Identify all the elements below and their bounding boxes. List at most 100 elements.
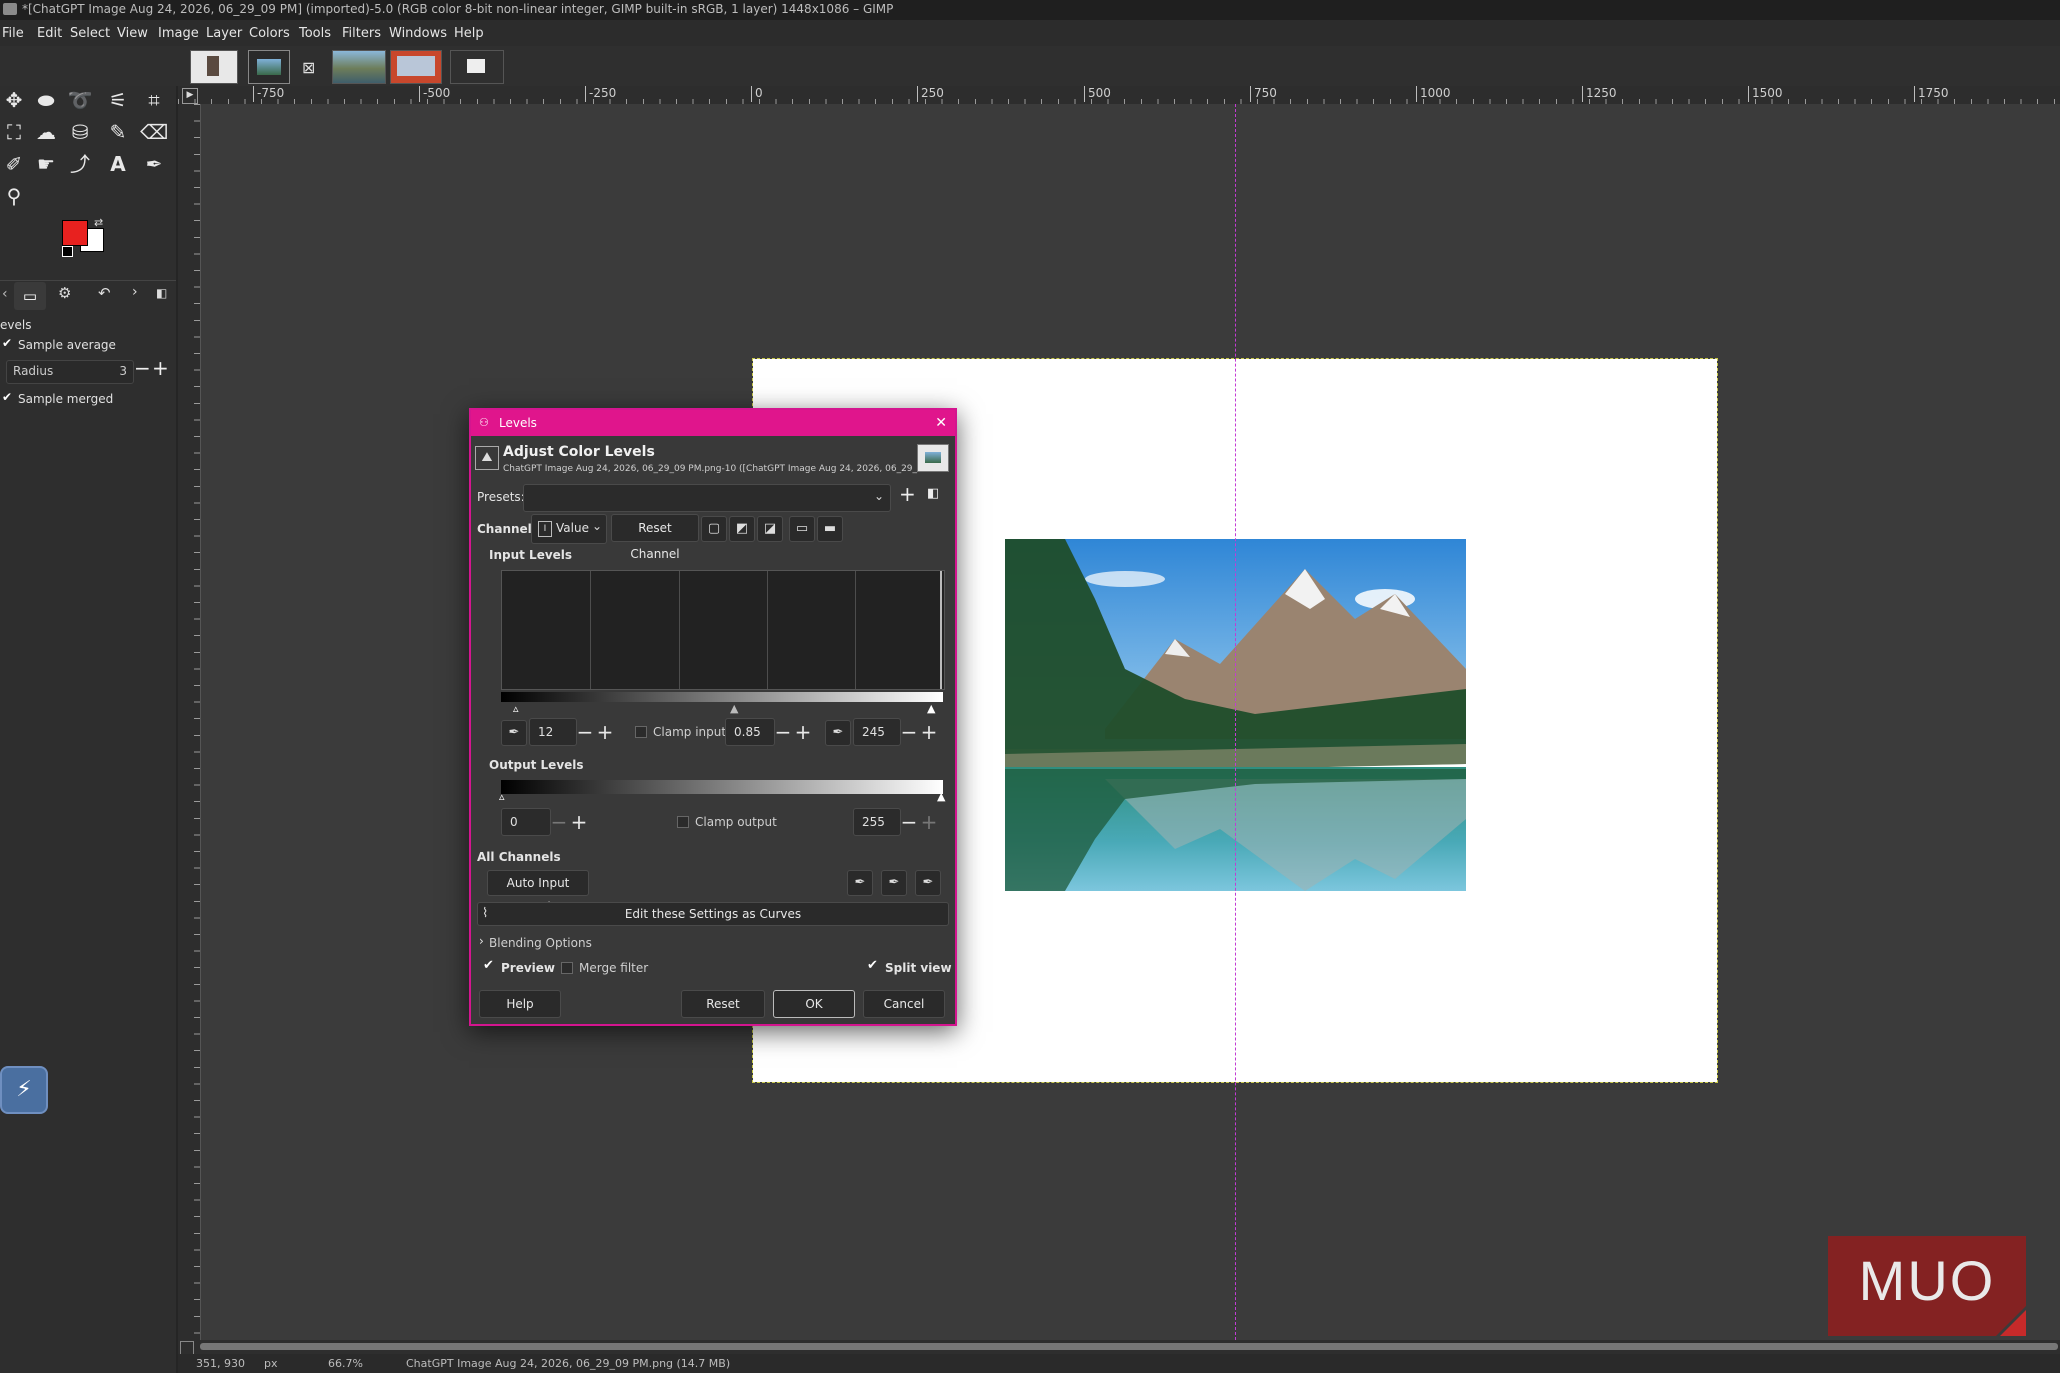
menu-filters[interactable]: Filters (342, 26, 381, 41)
linear-histogram-icon[interactable]: ▢ (701, 516, 727, 542)
pick-white-point-icon[interactable]: ✒ (825, 720, 851, 746)
view-output-icon[interactable]: ▬ (817, 516, 843, 542)
menu-edit[interactable]: Edit (37, 26, 62, 41)
presets-combo[interactable]: ⌄ (523, 484, 891, 512)
output-high-decrease-icon[interactable]: − (899, 808, 919, 836)
dock-scroll-left-icon[interactable]: ‹ (2, 286, 8, 302)
radius-decrease-icon[interactable]: − (134, 356, 151, 380)
close-icon[interactable]: ✕ (935, 410, 947, 436)
menu-select[interactable]: Select (70, 26, 110, 41)
menu-windows[interactable]: Windows (389, 26, 447, 41)
text-tool-icon[interactable]: A (104, 150, 132, 178)
auto-gray-point-icon[interactable]: ✒ (881, 870, 907, 896)
input-high-decrease-icon[interactable]: − (899, 718, 919, 746)
input-histogram[interactable] (501, 570, 945, 690)
floating-app-icon[interactable]: ⚡ (0, 1066, 48, 1114)
image-tab-4[interactable] (390, 50, 442, 84)
swap-colors-icon[interactable]: ⇄ (94, 216, 103, 229)
input-low-increase-icon[interactable]: + (595, 718, 615, 746)
preset-menu-icon[interactable]: ◧ (927, 486, 939, 501)
paths-icon[interactable]: ⤴ (66, 150, 94, 178)
input-low-handle[interactable]: ▵ (513, 702, 519, 715)
bucket-fill-icon[interactable]: ⛁ (66, 118, 94, 146)
vertical-guide[interactable] (1235, 104, 1236, 1340)
menu-file[interactable]: File (2, 26, 24, 41)
smudge-icon[interactable]: ☛ (32, 150, 60, 178)
split-view-check-icon[interactable]: ✔ (867, 958, 878, 973)
input-low-field[interactable]: 12 (529, 718, 577, 746)
log-histogram-icon[interactable]: ◩ (729, 516, 755, 542)
output-low-increase-icon[interactable]: + (569, 808, 589, 836)
unified-transform-icon[interactable]: ⛶ (0, 118, 28, 146)
channel-combo[interactable]: I Value ⌄ (531, 514, 607, 544)
menu-colors[interactable]: Colors (249, 26, 290, 41)
default-colors-icon[interactable] (62, 246, 73, 257)
navigate-icon[interactable] (180, 1341, 194, 1355)
gamma-decrease-icon[interactable]: − (773, 718, 793, 746)
dock-menu-icon[interactable]: ◧ (156, 286, 167, 300)
unit-selector[interactable]: px (264, 1354, 278, 1373)
image-tab-1[interactable] (190, 50, 238, 84)
menu-layer[interactable]: Layer (206, 26, 242, 41)
image-tab-5[interactable] (450, 50, 504, 84)
output-low-handle[interactable]: ▵ (499, 790, 505, 803)
cancel-button[interactable]: Cancel (863, 990, 945, 1018)
auto-input-levels-button[interactable]: Auto Input Levels (487, 870, 589, 914)
menu-image[interactable]: Image (158, 26, 199, 41)
preview-check-icon[interactable]: ✔ (483, 958, 494, 973)
output-low-field[interactable]: 0 (501, 808, 551, 836)
dock-scroll-right-icon[interactable]: › (132, 284, 138, 300)
reset-channel-button[interactable]: Reset Channel (611, 514, 699, 561)
foreground-color-swatch[interactable] (62, 220, 88, 246)
gamma-increase-icon[interactable]: + (793, 718, 813, 746)
merge-filter-checkbox[interactable] (561, 962, 573, 974)
lasso-icon[interactable]: ➰ (66, 86, 94, 114)
horizontal-scrollbar[interactable] (178, 1340, 2060, 1355)
image-tab-2-active[interactable] (248, 50, 290, 84)
move-tool-icon[interactable]: ✥ (0, 86, 28, 114)
histogram-scale-icon[interactable]: ◪ (757, 516, 783, 542)
ellipse-select-icon[interactable]: ⬬ (32, 86, 60, 114)
tool-options-tab-icon[interactable]: ▭ (14, 282, 46, 310)
input-gamma-handle[interactable]: ▲ (730, 702, 738, 715)
expander-arrow-icon[interactable]: › (479, 934, 484, 948)
device-status-tab-icon[interactable]: ⚙ (58, 284, 71, 302)
input-gamma-field[interactable]: 0.85 (725, 718, 775, 746)
help-button[interactable]: Help (479, 990, 561, 1018)
warp-transform-icon[interactable]: ☁ (32, 118, 60, 146)
add-preset-icon[interactable]: + (899, 482, 916, 506)
eraser-icon[interactable]: ⌫ (140, 118, 168, 146)
edit-as-curves-button[interactable]: ⌇ Edit these Settings as Curves (477, 902, 949, 926)
ok-button[interactable]: OK (773, 990, 855, 1018)
paintbrush-icon[interactable]: ✎ (104, 118, 132, 146)
radius-increase-icon[interactable]: + (152, 356, 169, 380)
clone-tool-icon[interactable]: ✐ (0, 150, 28, 178)
sample-average-check-icon[interactable]: ✔ (2, 336, 12, 350)
output-high-increase-icon[interactable]: + (919, 808, 939, 836)
color-picker-icon[interactable]: ✒ (140, 150, 168, 178)
pick-black-point-icon[interactable]: ✒ (501, 720, 527, 746)
auto-white-point-icon[interactable]: ✒ (915, 870, 941, 896)
output-high-handle[interactable]: ▲ (937, 790, 945, 803)
crop-tool-icon[interactable]: ⌗ (140, 86, 168, 114)
menu-help[interactable]: Help (454, 26, 484, 41)
menu-tools[interactable]: Tools (299, 26, 331, 41)
radius-spinbox[interactable]: Radius 3 (6, 360, 134, 384)
clamp-output-checkbox[interactable] (677, 816, 689, 828)
clamp-input-checkbox[interactable] (635, 726, 647, 738)
fuzzy-select-icon[interactable]: ⚟ (104, 86, 132, 114)
menu-view[interactable]: View (117, 26, 148, 41)
input-low-decrease-icon[interactable]: − (575, 718, 595, 746)
quick-mask-icon[interactable]: ▶ (182, 88, 198, 104)
image-tab-3[interactable] (332, 50, 386, 84)
undo-history-tab-icon[interactable]: ↶ (98, 284, 111, 302)
input-high-increase-icon[interactable]: + (919, 718, 939, 746)
zoom-selector[interactable]: 66.7% (328, 1354, 363, 1373)
blending-options-expander[interactable]: Blending Options (489, 936, 592, 950)
dialog-title-bar[interactable]: ⚇ Levels ✕ (471, 410, 955, 436)
close-tab-icon[interactable]: ⊠ (302, 58, 315, 77)
input-high-handle[interactable]: ▲ (927, 702, 935, 715)
sample-merged-check-icon[interactable]: ✔ (2, 390, 12, 404)
auto-black-point-icon[interactable]: ✒ (847, 870, 873, 896)
output-low-decrease-icon[interactable]: − (549, 808, 569, 836)
